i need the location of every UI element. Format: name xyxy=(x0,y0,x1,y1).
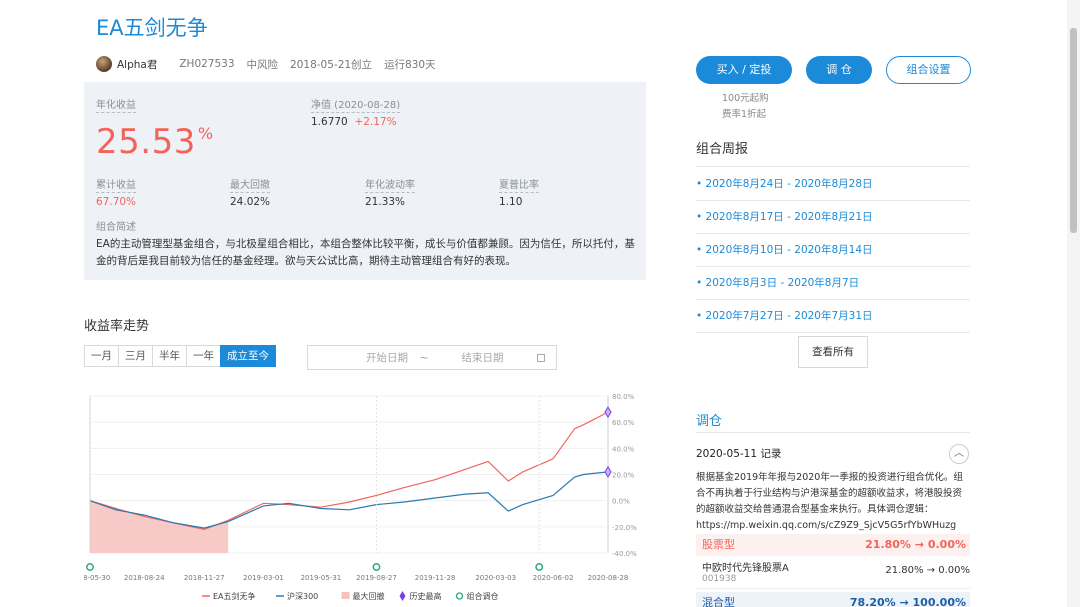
x-tick-label: 2020-08-28 xyxy=(588,574,629,582)
series-line-benchmark xyxy=(89,471,609,529)
asset-row-mixed: 混合型 78.20% → 100.00% xyxy=(696,592,970,607)
stat-value: 24.02% xyxy=(230,196,271,208)
risk-level: 中风险 xyxy=(246,58,279,71)
legend-label: EA五剑无争 xyxy=(213,591,256,601)
legend-label: 组合调仓 xyxy=(467,591,499,601)
series-line-portfolio xyxy=(89,411,609,531)
portfolio-title: EA五剑无争 xyxy=(96,16,208,40)
rebalance-marker xyxy=(535,563,544,571)
scrollbar-thumb[interactable] xyxy=(1070,28,1077,233)
weekly-title: 组合周报 xyxy=(696,142,749,157)
tab-1m[interactable]: 一月 xyxy=(84,345,118,367)
weekly-item[interactable]: • 2020年8月3日 - 2020年8月7日 xyxy=(696,267,970,300)
weekly-item[interactable]: • 2020年8月10日 - 2020年8月14日 xyxy=(696,234,970,267)
portfolio-meta: Alpha君 ZH027533 中风险 2018-05-21创立 运行830天 xyxy=(96,56,448,72)
weekly-item[interactable]: • 2020年7月27日 - 2020年7月31日 xyxy=(696,300,970,333)
y-tick-label: 40.0% xyxy=(612,445,635,453)
legend-label: 沪深300 xyxy=(287,591,318,601)
stat-label: 累计收益 xyxy=(96,180,136,193)
x-tick-label: 2019-08-27 xyxy=(356,574,397,582)
annual-return-label: 年化收益 xyxy=(96,100,136,113)
rebalance-button[interactable]: 调 仓 xyxy=(806,56,872,84)
x-tick-label: 2020-06-02 xyxy=(533,574,574,582)
asset-change: 78.20% → 100.00% xyxy=(849,596,966,607)
running-days: 运行830天 xyxy=(384,58,436,71)
x-tick-label: 2018-08-24 xyxy=(124,574,165,582)
weekly-item[interactable]: • 2020年8月17日 - 2020年8月21日 xyxy=(696,201,970,234)
end-date-input[interactable]: 结束日期 xyxy=(440,350,525,365)
y-tick-label: 20.0% xyxy=(612,472,635,480)
stat-label: 夏普比率 xyxy=(499,180,539,193)
settings-button[interactable]: 组合设置 xyxy=(886,56,971,84)
rebalance-marker xyxy=(372,563,381,571)
scrollbar[interactable] xyxy=(1067,0,1080,607)
y-tick-label: -20.0% xyxy=(612,524,637,532)
calendar-icon[interactable] xyxy=(537,353,545,362)
nav-value: 1.6770 +2.17% xyxy=(311,116,397,128)
tab-1y[interactable]: 一年 xyxy=(186,345,220,367)
tab-3m[interactable]: 三月 xyxy=(118,345,152,367)
asset-type: 混合型 xyxy=(702,596,735,607)
rebalance-text: 根据基金2019年年报与2020年一季报的投资进行组合优化。组合不再执着于行业结… xyxy=(696,472,963,531)
legend-label: 历史最高 xyxy=(410,591,442,601)
rebalance-date: 2020-05-11 记录 xyxy=(696,448,782,460)
asset-type: 股票型 xyxy=(702,538,735,551)
x-tick-label: 2019-03-01 xyxy=(243,574,284,582)
history-high-marker xyxy=(604,465,612,478)
annual-return-value: 25.53% xyxy=(96,122,214,162)
author-name[interactable]: Alpha君 xyxy=(117,57,157,72)
rebalance-marker xyxy=(86,563,94,571)
legend-swatch xyxy=(341,592,350,599)
trend-title: 收益率走势 xyxy=(84,319,150,334)
portfolio-code: ZH027533 xyxy=(179,58,235,70)
date-range-picker[interactable]: 开始日期 ~ 结束日期 xyxy=(307,345,557,370)
rebalance-title: 调仓 xyxy=(696,414,723,429)
holding-change: 21.80% → 0.00% xyxy=(885,565,970,576)
buy-button[interactable]: 买入 / 定投 xyxy=(696,56,792,84)
collapse-icon[interactable]: ︿ xyxy=(949,444,969,464)
fee-note: 费率1折起 xyxy=(722,109,767,120)
x-tick-label: 2020-03-03 xyxy=(475,574,516,582)
start-date-input[interactable]: 开始日期 xyxy=(308,350,408,365)
x-tick-label: 2018-11-27 xyxy=(184,574,225,582)
tab-since-inception[interactable]: 成立至今 xyxy=(220,345,276,367)
portfolio-description: EA的主动管理型基金组合，与北极星组合相比，本组合整体比较平衡，成长与价值都兼顾… xyxy=(96,238,635,267)
range-separator: ~ xyxy=(419,351,429,364)
holding-row: 中欧时代先锋股票A 001938 21.80% → 0.00% xyxy=(696,557,970,589)
legend-swatch xyxy=(399,591,406,601)
summary-panel: 年化收益 25.53% 净值 (2020-08-28) 1.6770 +2.17… xyxy=(84,82,646,280)
tab-6m[interactable]: 半年 xyxy=(152,345,186,367)
stat-label: 年化波动率 xyxy=(365,180,415,193)
range-tabs: 一月 三月 半年 一年 成立至今 xyxy=(84,345,276,367)
weekly-item[interactable]: • 2020年8月24日 - 2020年8月28日 xyxy=(696,168,970,201)
holding-code: 001938 xyxy=(702,574,737,584)
asset-row-stock: 股票型 21.80% → 0.00% xyxy=(696,534,970,556)
x-tick-label: 2019-05-31 xyxy=(301,574,342,582)
x-tick-label: 2019-11-28 xyxy=(415,574,456,582)
legend-swatch xyxy=(455,592,464,600)
view-all-button[interactable]: 查看所有 xyxy=(798,336,868,368)
history-high-marker xyxy=(604,406,612,419)
nav-label: 净值 (2020-08-28) xyxy=(311,100,401,113)
holding-name[interactable]: 中欧时代先锋股票A xyxy=(702,559,789,574)
y-tick-label: -40.0% xyxy=(612,550,637,558)
y-tick-label: 80.0% xyxy=(612,393,635,401)
avatar[interactable] xyxy=(96,56,112,72)
desc-label: 组合简述 xyxy=(96,222,136,233)
stat-value: 67.70% xyxy=(96,196,137,208)
divider xyxy=(696,166,970,167)
divider xyxy=(696,432,970,433)
created-date: 2018-05-21创立 xyxy=(290,58,373,71)
legend-label: 最大回撤 xyxy=(353,591,385,601)
y-tick-label: 60.0% xyxy=(612,419,635,427)
stat-value: 1.10 xyxy=(499,196,523,208)
y-tick-label: 0.0% xyxy=(612,498,630,506)
x-tick-label: 2018-05-30 xyxy=(84,574,110,582)
stat-label: 最大回撤 xyxy=(230,180,270,193)
stat-value: 21.33% xyxy=(365,196,406,208)
asset-change: 21.80% → 0.00% xyxy=(865,538,966,551)
min-buy-note: 100元起购 xyxy=(722,93,769,104)
return-chart[interactable]: 80.0% 60.0% 40.0% 20.0% 0.0% -20.0% -40.0% 2018… xyxy=(84,384,640,607)
